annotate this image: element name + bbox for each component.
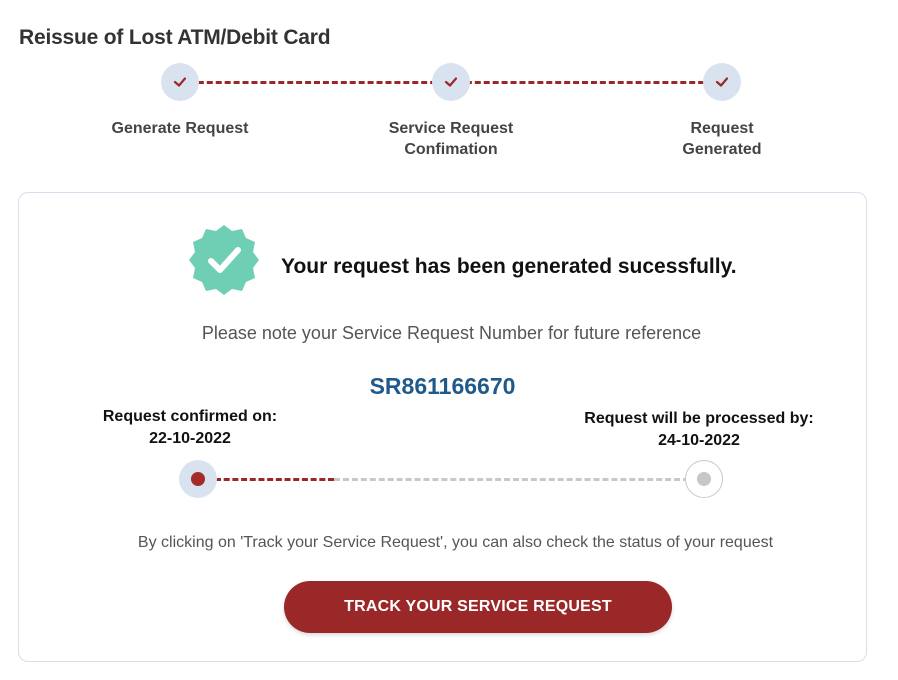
- verified-badge-icon: [189, 225, 259, 295]
- step-label-line: Generated: [682, 141, 762, 158]
- step-label: Request Generated: [627, 118, 817, 160]
- step-complete-marker: [161, 63, 199, 101]
- processed-date-block: Request will be processed by: 24-10-2022: [559, 408, 839, 452]
- track-hint: By clicking on 'Track your Service Reque…: [137, 534, 774, 551]
- processed-label: Request will be processed by:: [584, 410, 814, 427]
- track-service-request-button[interactable]: TRACK YOUR SERVICE REQUEST: [284, 581, 672, 633]
- confirmed-label: Request confirmed on:: [102, 408, 278, 425]
- success-message: Your request has been generated sucessfu…: [281, 255, 737, 278]
- timeline-start-marker: [179, 460, 217, 498]
- step-service-request-confirmation: Service Request Confimation: [356, 60, 546, 160]
- step-generate-request: Generate Request: [85, 60, 275, 139]
- check-icon: [715, 77, 729, 87]
- progress-stepper: Generate Request Service Request Confima…: [0, 60, 898, 170]
- step-complete-marker: [432, 63, 470, 101]
- step-label-line: Confimation: [404, 141, 498, 158]
- step-complete-marker: [703, 63, 741, 101]
- processing-timeline: [179, 460, 725, 500]
- step-request-generated: Request Generated: [627, 60, 817, 160]
- page-title: Reissue of Lost ATM/Debit Card: [19, 26, 331, 49]
- confirmed-date-block: Request confirmed on: 22-10-2022: [85, 406, 295, 450]
- timeline-end-dot: [697, 472, 711, 486]
- step-label-line: Service Request: [388, 120, 514, 137]
- confirmed-date: 22-10-2022: [149, 430, 231, 447]
- processed-date: 24-10-2022: [658, 432, 740, 449]
- timeline-start-dot: [191, 472, 205, 486]
- timeline-end-marker: [685, 460, 723, 498]
- step-label-line: Request: [690, 120, 754, 137]
- timeline-progress-done: [215, 478, 334, 481]
- step-label-line: Generate Request: [111, 120, 249, 137]
- check-icon: [444, 77, 458, 87]
- confirmation-card: Your request has been generated sucessfu…: [18, 192, 867, 662]
- service-request-number: SR861166670: [369, 373, 516, 399]
- reference-note: Please note your Service Request Number …: [201, 323, 702, 343]
- step-label: Service Request Confimation: [356, 118, 546, 160]
- timeline-progress-pending: [334, 478, 689, 481]
- check-icon: [173, 77, 187, 87]
- step-label: Generate Request: [85, 118, 275, 139]
